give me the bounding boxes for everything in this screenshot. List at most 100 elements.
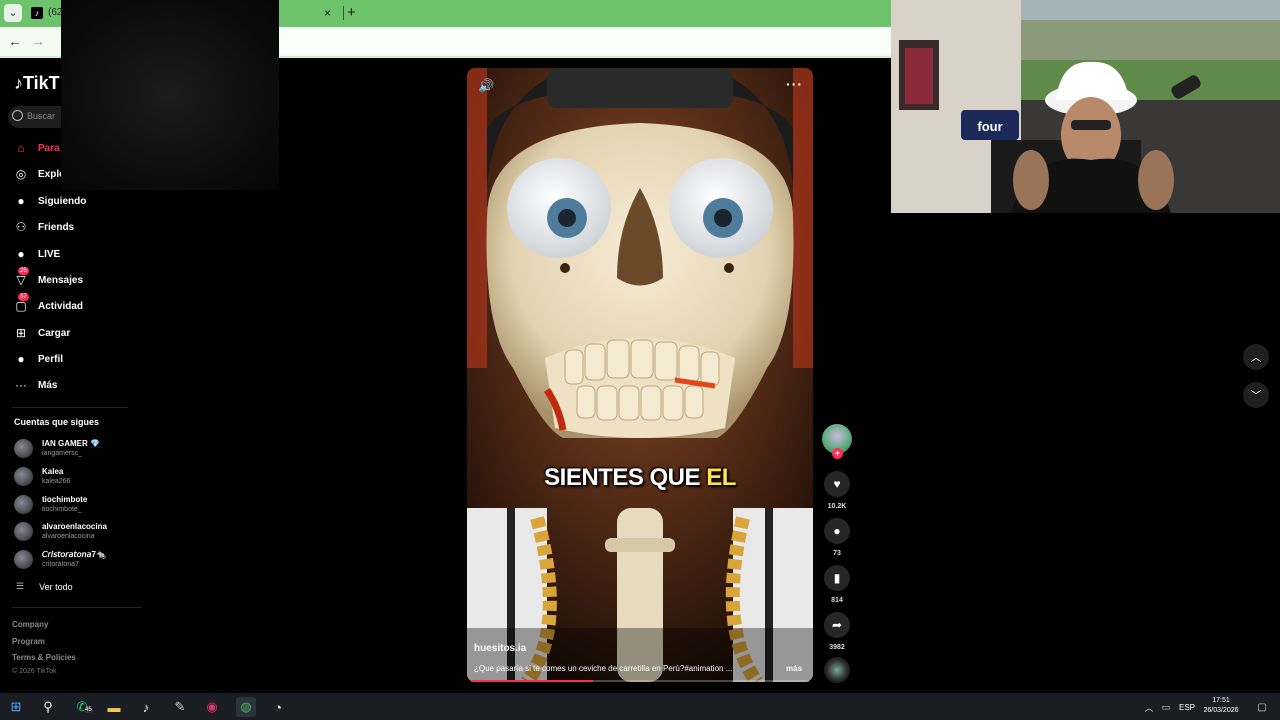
video-menu-icon[interactable]: ··· — [786, 76, 803, 92]
sidebar-item-label: Actividad — [38, 300, 84, 312]
sidebar-item-siguiendo[interactable]: ● Siguiendo — [12, 190, 86, 212]
tab-close-button[interactable]: × — [324, 6, 331, 20]
obs-icon[interactable]: ◔ — [268, 697, 288, 717]
footer-link-company[interactable]: Company — [12, 620, 48, 629]
sidebar-item-cargar[interactable]: ⊞ Cargar — [12, 322, 70, 344]
network-icon[interactable]: ▭ — [1159, 697, 1173, 717]
input-language[interactable]: ESP — [1179, 703, 1195, 712]
like-button[interactable]: ♥ — [824, 471, 850, 497]
chevron-down-icon: ﹀ — [1250, 390, 1262, 402]
tiktok-logo[interactable]: ♪TikT — [14, 73, 60, 94]
sidebar-item-perfil[interactable]: ● Perfil — [12, 348, 63, 370]
subtitle-text: SIENTES QUE — [544, 464, 707, 491]
notification-badge: 37 — [18, 293, 29, 301]
subtitle-highlight: EL — [706, 464, 736, 491]
tiktok-app-icon[interactable]: ♪ — [136, 697, 156, 717]
sidebar-item-para[interactable]: ⌂ Para — [12, 137, 60, 159]
music-disc-icon[interactable] — [824, 657, 850, 683]
account-handle: tiochimbote_ — [42, 505, 82, 513]
logo-text: TikT — [23, 73, 60, 93]
video-player[interactable] — [467, 68, 813, 682]
footer-link-terms[interactable]: Terms & Policies — [12, 653, 76, 662]
account-text: 𝘊𝘳𝘪𝘴𝘵𝘰𝘳𝘢𝘵𝘰𝘯𝘢7🐀 critoratona7 — [42, 550, 106, 569]
avatar — [14, 521, 33, 541]
account-name: alvaroenlacocina — [42, 521, 107, 531]
account-name: tiochimbote — [42, 494, 88, 504]
sidebar-item-actividad[interactable]: ▢ 37 Actividad — [12, 293, 84, 317]
tray-chevron-up-icon[interactable]: ︿ — [1142, 697, 1156, 717]
sidebar-item-live[interactable]: ● LIVE — [12, 243, 60, 265]
back-button[interactable]: ← — [8, 33, 22, 49]
video-description: ¿Que pasaría si te comes un ceviche de c… — [474, 664, 733, 673]
windows-taskbar — [0, 693, 1280, 720]
friends-icon: ⚇ — [15, 220, 27, 234]
system-clock[interactable]: 17:51 26/03/2026 — [1196, 696, 1246, 716]
save-button[interactable]: ▮ — [824, 565, 850, 591]
clock-time: 17:51 — [1212, 697, 1230, 704]
account-text: alvaroenlacocina alvaroenlacocina — [42, 522, 107, 541]
sidebar-item-más[interactable]: ··· Más — [12, 374, 57, 396]
description-more-button[interactable]: más — [786, 664, 802, 673]
see-all-button[interactable]: ☰ Ver todo — [16, 581, 73, 592]
following-account[interactable]: IAN GAMER 💎 iangamersc_ — [14, 436, 100, 460]
copyright: © 2026 TikTok — [12, 668, 57, 675]
comment-icon: ● — [833, 524, 841, 538]
sidebar-item-label: Cargar — [38, 327, 71, 339]
account-name: 𝘊𝘳𝘪𝘴𝘵𝘰𝘳𝘢𝘵𝘰𝘯𝘢7🐀 — [42, 549, 106, 559]
sidebar-item-friends[interactable]: ⚇ Friends — [12, 216, 75, 238]
home-icon: ⌂ — [17, 141, 25, 155]
following-accounts-header: Cuentas que sigues — [14, 417, 100, 427]
share-button[interactable]: ➦ — [824, 612, 850, 638]
webcam-overlay: four — [891, 0, 1280, 213]
comment-count: 73 — [833, 550, 841, 557]
video-subtitle: SIENTES QUE EL — [467, 464, 813, 492]
file-explorer-icon[interactable]: ▬ — [104, 697, 124, 717]
following-account[interactable]: 𝘊𝘳𝘪𝘴𝘵𝘰𝘳𝘢𝘵𝘰𝘯𝘢7🐀 critoratona7 — [14, 547, 106, 571]
profile-icon: ● — [17, 352, 25, 366]
tiktok-note-icon: ♪ — [14, 73, 23, 93]
forward-button[interactable]: → — [31, 33, 45, 49]
svg-text:four: four — [977, 119, 1002, 134]
new-tab-button[interactable]: + — [347, 4, 356, 21]
follow-plus-icon[interactable]: + — [832, 448, 843, 459]
following-icon: ● — [17, 194, 25, 208]
skull-video-frame — [467, 68, 813, 682]
compass-icon: ◎ — [15, 167, 27, 181]
sidebar-item-explo[interactable]: ◎ Explo — [12, 163, 65, 185]
tiktok-favicon-icon: ♪ — [31, 7, 43, 19]
sidebar-item-label: Friends — [38, 221, 75, 233]
list-icon: ☰ — [16, 581, 25, 591]
heart-icon: ♥ — [833, 477, 841, 491]
pen-app-icon[interactable]: ✎ — [170, 697, 190, 717]
volume-icon[interactable]: 🔊 — [478, 78, 494, 94]
chrome-icon[interactable]: ◍ — [236, 697, 256, 717]
account-name: IAN GAMER 💎 — [42, 438, 100, 448]
account-text: tiochimbote tiochimbote_ — [42, 495, 87, 514]
whatsapp-icon[interactable]: ✆ 45 — [72, 697, 93, 717]
sidebar-item-label: Para — [38, 142, 60, 154]
tab-dropdown-button[interactable]: ⌄ — [4, 4, 22, 22]
notifications-icon[interactable]: ▢ — [1252, 697, 1272, 717]
following-account[interactable]: Kalea kalea266 — [14, 464, 70, 488]
avatar — [14, 494, 33, 514]
video-author[interactable]: huesitos.ia — [474, 643, 526, 654]
footer-link-program[interactable]: Program — [12, 637, 45, 646]
address-bar[interactable] — [280, 30, 891, 54]
following-account[interactable]: tiochimbote tiochimbote_ — [14, 492, 87, 516]
sidebar-item-label: LIVE — [38, 248, 61, 260]
previous-video-button[interactable]: ︿ — [1243, 344, 1269, 370]
windows-start-icon[interactable]: ⊞ — [6, 697, 26, 717]
following-account[interactable]: alvaroenlacocina alvaroenlacocina — [14, 519, 107, 543]
tab-separator — [343, 6, 344, 20]
instagram-icon[interactable]: ◉ — [202, 697, 222, 717]
notification-badge: 25 — [18, 267, 29, 275]
account-name: Kalea — [42, 466, 64, 476]
comment-button[interactable]: ● — [824, 518, 850, 544]
messages-icon: ▽ 25 — [16, 267, 29, 287]
clock-date: 26/03/2026 — [1203, 707, 1239, 714]
account-handle: kalea266 — [42, 477, 71, 485]
sidebar-item-mensajes[interactable]: ▽ 25 Mensajes — [12, 267, 84, 291]
search-taskbar-icon[interactable]: ⚲ — [38, 697, 58, 717]
next-video-button[interactable]: ﹀ — [1243, 382, 1269, 408]
sidebar-item-label: Mensajes — [38, 274, 84, 286]
